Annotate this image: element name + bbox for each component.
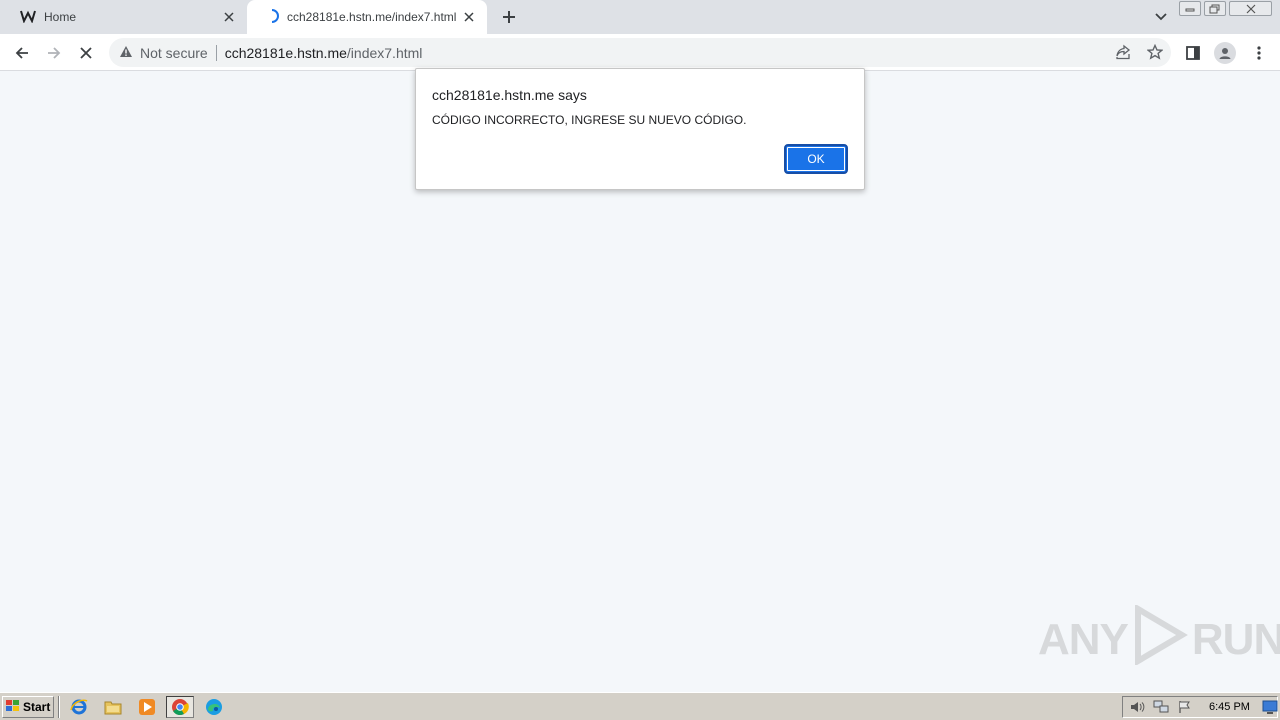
- minimize-button[interactable]: [1179, 1, 1201, 16]
- taskbar-clock[interactable]: 6:45 PM: [1209, 701, 1250, 713]
- show-desktop-icon[interactable]: [1262, 700, 1278, 714]
- file-explorer-icon[interactable]: [99, 696, 127, 718]
- divider: [215, 44, 217, 61]
- url-path: /index7.html: [346, 44, 423, 61]
- w-logo-icon: [20, 9, 36, 26]
- browser-toolbar: Not secure cch28181e.hstn.me/index7.html: [0, 34, 1280, 71]
- edge-icon[interactable]: [200, 696, 228, 718]
- url-host: cch28181e.hstn.me: [224, 44, 347, 61]
- start-label: Start: [23, 700, 51, 714]
- menu-kebab-button[interactable]: [1248, 42, 1270, 64]
- ok-button[interactable]: OK: [784, 144, 848, 174]
- warning-triangle-icon: [119, 45, 133, 61]
- chrome-taskbar-icon[interactable]: [166, 696, 194, 718]
- side-panel-button[interactable]: [1182, 42, 1204, 64]
- url-text[interactable]: cch28181e.hstn.me/index7.html: [225, 45, 423, 61]
- play-logo-icon: [1132, 603, 1188, 676]
- network-icon[interactable]: [1151, 698, 1171, 716]
- tab-title: Home: [44, 10, 77, 24]
- avatar: [1214, 42, 1236, 64]
- anyrun-watermark: ANY RUN: [1038, 603, 1280, 672]
- tab-strip: Home cch28181e.hstn.me/index7.html: [0, 0, 1280, 34]
- bookmark-star-icon[interactable]: [1146, 43, 1164, 65]
- tab-active-page[interactable]: cch28181e.hstn.me/index7.html: [247, 0, 487, 34]
- tab-title: cch28181e.hstn.me/index7.html: [287, 10, 457, 24]
- new-tab-button[interactable]: [500, 8, 518, 26]
- stop-loading-button[interactable]: [75, 42, 97, 64]
- taskbar: Start 6:45 PM: [0, 692, 1280, 720]
- action-center-flag-icon[interactable]: [1175, 698, 1195, 716]
- alert-dialog: cch28181e.hstn.me says CÓDIGO INCORRECTO…: [415, 68, 865, 190]
- security-label: Not secure: [140, 44, 208, 61]
- back-button[interactable]: [11, 42, 33, 64]
- window-controls: [1179, 1, 1272, 16]
- watermark-right-text: RUN: [1191, 615, 1280, 664]
- restore-button[interactable]: [1204, 1, 1226, 16]
- close-icon[interactable]: [221, 9, 237, 25]
- windows-logo-icon: [6, 699, 20, 715]
- profile-button[interactable]: [1214, 42, 1236, 64]
- media-player-icon[interactable]: [133, 696, 161, 718]
- start-button[interactable]: Start: [2, 696, 54, 718]
- divider: [58, 696, 60, 718]
- dialog-title: cch28181e.hstn.me says: [432, 87, 587, 103]
- internet-explorer-icon[interactable]: [65, 696, 93, 718]
- security-chip[interactable]: Not secure: [119, 45, 208, 61]
- system-tray: 6:45 PM: [1122, 696, 1278, 718]
- loading-spinner-icon: [265, 8, 279, 26]
- close-icon[interactable]: [461, 9, 477, 25]
- share-icon[interactable]: [1115, 44, 1131, 65]
- tab-search-chevron-icon[interactable]: [1152, 9, 1170, 25]
- watermark-left-text: ANY: [1038, 615, 1129, 664]
- forward-button[interactable]: [43, 42, 65, 64]
- close-window-button[interactable]: [1229, 1, 1272, 16]
- speaker-icon[interactable]: [1127, 698, 1147, 716]
- tab-home[interactable]: Home: [0, 0, 247, 34]
- address-bar[interactable]: Not secure cch28181e.hstn.me/index7.html: [109, 38, 1171, 67]
- dialog-message: CÓDIGO INCORRECTO, INGRESE SU NUEVO CÓDI…: [432, 113, 747, 127]
- omnibox-actions: [1115, 43, 1164, 65]
